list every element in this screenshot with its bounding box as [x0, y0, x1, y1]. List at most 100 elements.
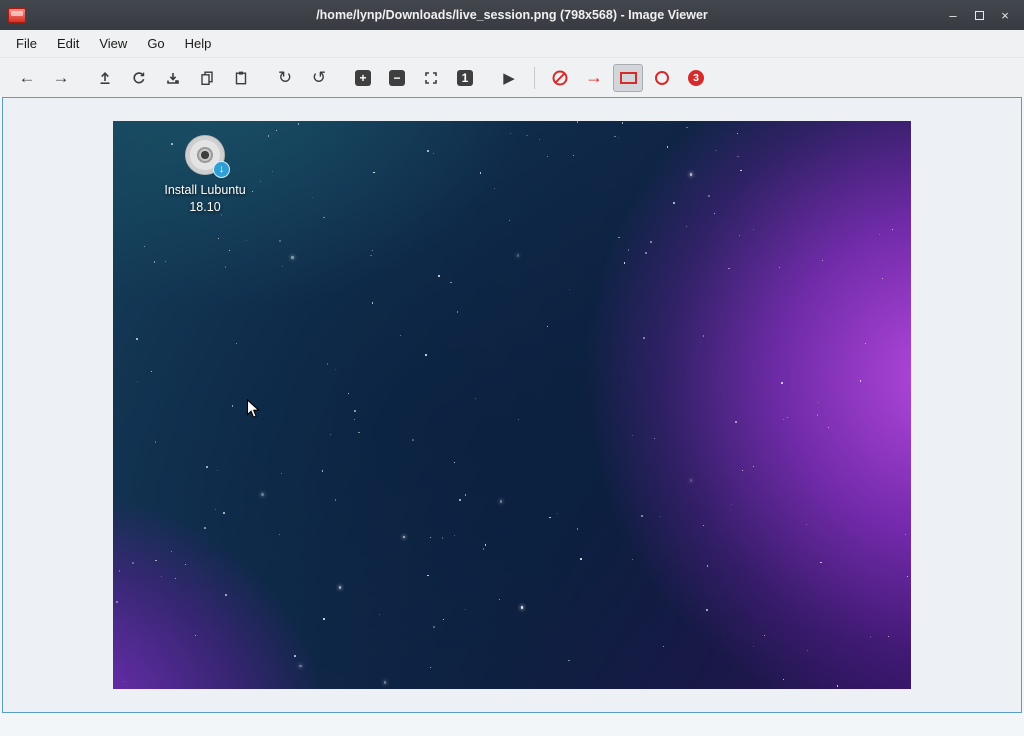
star: [882, 278, 883, 279]
menu-edit[interactable]: Edit: [47, 32, 89, 55]
circle-annotation-icon: [655, 71, 669, 85]
star: [454, 535, 456, 537]
star: [442, 537, 444, 539]
star: [731, 504, 732, 505]
rectangle-annotation-button[interactable]: [613, 64, 643, 92]
star: [438, 275, 440, 277]
star: [663, 646, 664, 647]
star: [215, 509, 217, 511]
save-icon: [165, 70, 181, 86]
star: [335, 369, 336, 370]
star: [526, 135, 528, 137]
star: [323, 217, 325, 219]
star: [430, 667, 431, 668]
star: [781, 382, 783, 384]
number-annotation-button[interactable]: 3: [681, 64, 711, 92]
star: [521, 606, 524, 609]
minimize-button[interactable]: –: [942, 4, 964, 26]
paste-button[interactable]: [226, 64, 256, 92]
star: [509, 220, 510, 221]
menu-go[interactable]: Go: [137, 32, 174, 55]
star: [641, 515, 643, 517]
rectangle-annotation-icon: [620, 72, 637, 84]
desktop-icon-label-line2: 18.10: [164, 199, 245, 216]
star: [807, 650, 808, 651]
star: [632, 435, 633, 436]
image-viewport[interactable]: ↓ Install Lubuntu 18.10: [2, 97, 1022, 713]
menu-file[interactable]: File: [6, 32, 47, 55]
copy-button[interactable]: [192, 64, 222, 92]
desktop-icon-label: Install Lubuntu 18.10: [164, 182, 245, 216]
star: [358, 432, 360, 434]
reload-button[interactable]: [124, 64, 154, 92]
upload-button[interactable]: [90, 64, 120, 92]
star: [155, 441, 157, 443]
star: [654, 438, 655, 439]
star: [354, 410, 356, 412]
star: [618, 237, 620, 239]
star: [879, 234, 880, 235]
star: [372, 302, 374, 304]
star: [185, 564, 186, 565]
star: [132, 562, 134, 564]
star: [905, 534, 906, 535]
star: [499, 599, 500, 600]
star: [465, 609, 466, 610]
zoom-fit-button[interactable]: [416, 64, 446, 92]
play-slideshow-button[interactable]: ▶: [494, 64, 524, 92]
zoom-in-button[interactable]: +: [348, 64, 378, 92]
star: [155, 560, 157, 562]
zoom-original-button[interactable]: 1: [450, 64, 480, 92]
close-button[interactable]: ×: [994, 4, 1016, 26]
menu-help[interactable]: Help: [175, 32, 222, 55]
star: [753, 229, 754, 230]
star: [865, 343, 866, 344]
no-annotation-button[interactable]: [545, 64, 575, 92]
star: [494, 188, 495, 189]
star: [643, 337, 645, 339]
menu-view[interactable]: View: [89, 32, 137, 55]
star: [667, 146, 669, 148]
zoom-out-button[interactable]: −: [382, 64, 412, 92]
star: [547, 326, 548, 327]
star: [703, 335, 705, 337]
save-button[interactable]: [158, 64, 188, 92]
rotate-counterclockwise-button[interactable]: ↺: [304, 64, 334, 92]
star: [206, 466, 208, 468]
star: [614, 136, 616, 138]
reload-icon: [131, 70, 147, 86]
desktop-icon-label-line1: Install Lubuntu: [164, 182, 245, 199]
star: [737, 156, 739, 158]
no-annotation-icon: [551, 69, 569, 87]
star: [236, 343, 238, 345]
star: [686, 127, 688, 129]
star: [485, 544, 487, 546]
star: [294, 655, 296, 657]
back-button[interactable]: ←: [12, 64, 42, 92]
star: [787, 417, 788, 418]
star: [618, 137, 619, 138]
star: [272, 171, 273, 172]
maximize-button[interactable]: [968, 4, 990, 26]
zoom-original-icon: 1: [457, 70, 473, 86]
star: [632, 559, 633, 560]
star: [703, 525, 704, 526]
star: [706, 609, 708, 611]
star: [335, 499, 337, 501]
titlebar[interactable]: /home/lynp/Downloads/live_session.png (7…: [0, 0, 1024, 30]
star: [715, 150, 717, 152]
star: [577, 528, 579, 530]
arrow-annotation-button[interactable]: →: [579, 64, 609, 92]
star: [171, 551, 172, 552]
forward-button[interactable]: →: [46, 64, 76, 92]
rotate-clockwise-button[interactable]: ↻: [270, 64, 300, 92]
star: [686, 226, 687, 227]
copy-icon: [199, 70, 215, 86]
star: [323, 618, 325, 620]
app-icon: [8, 8, 26, 23]
star: [281, 473, 282, 474]
star: [457, 311, 459, 313]
rotate-clockwise-icon: ↻: [278, 68, 292, 88]
circle-annotation-button[interactable]: [647, 64, 677, 92]
star: [195, 635, 196, 636]
